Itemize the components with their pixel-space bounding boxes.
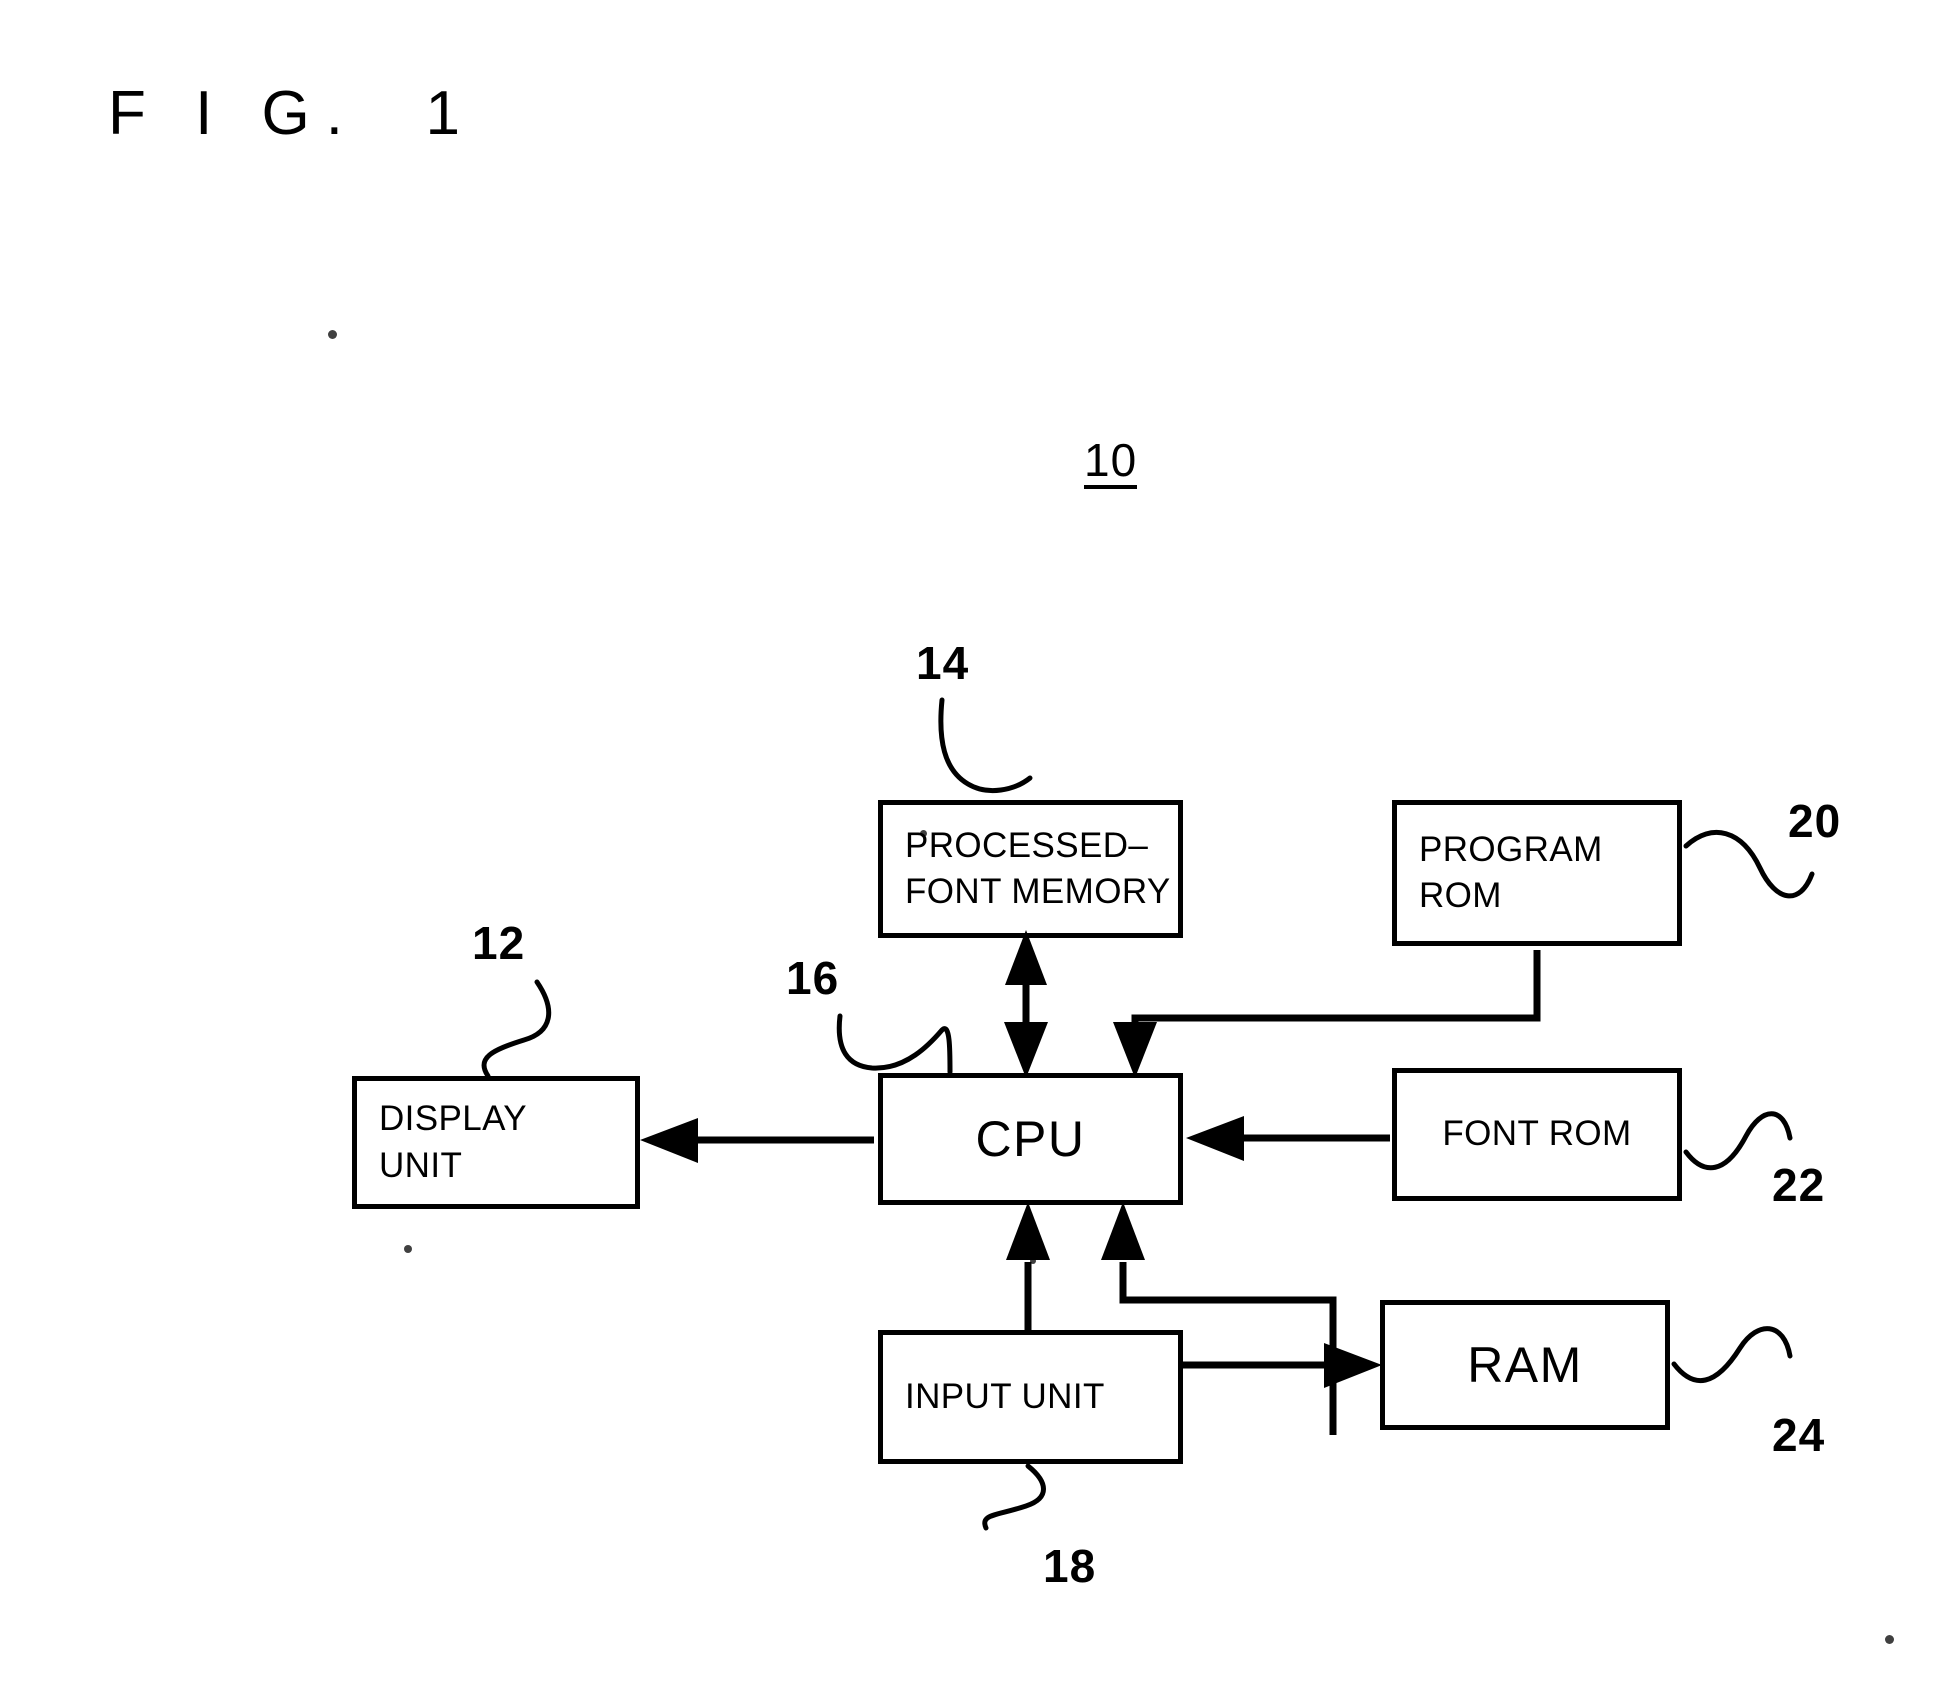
reference-numeral-20: 20 <box>1788 795 1842 847</box>
reference-numeral-12: 12 <box>472 917 526 969</box>
connector-cpu-processed-font-memory <box>1004 930 1048 1078</box>
figure-page: F I G. 1 10 PROCESSED– FONT MEMORY PROGR… <box>0 0 1941 1708</box>
block-display-unit-label: DISPLAY UNIT <box>379 1099 528 1185</box>
scan-speck <box>404 1245 412 1253</box>
block-display-unit[interactable]: DISPLAY UNIT <box>352 1076 640 1209</box>
connector-input-unit-cpu <box>1006 1202 1050 1330</box>
reference-numeral-16: 16 <box>786 952 840 1004</box>
reference-numeral-22: 22 <box>1772 1159 1826 1211</box>
block-font-rom[interactable]: FONT ROM <box>1392 1068 1682 1201</box>
scan-speck <box>328 330 337 339</box>
scan-speck <box>1885 1635 1894 1644</box>
connector-input-unit-ram <box>1183 1343 1382 1388</box>
block-ram-label: RAM <box>1467 1337 1583 1393</box>
leader-line-12 <box>481 979 552 1079</box>
connector-program-rom-cpu <box>1113 950 1541 1078</box>
block-cpu[interactable]: CPU <box>878 1073 1183 1205</box>
leader-line-24 <box>1671 1326 1793 1383</box>
system-reference-numeral: 10 <box>1084 437 1138 489</box>
block-processed-font-memory[interactable]: PROCESSED– FONT MEMORY <box>878 800 1183 938</box>
leader-line-16 <box>836 1013 953 1075</box>
block-ram[interactable]: RAM <box>1380 1300 1670 1430</box>
block-program-rom-label: PROGRAM ROM <box>1419 829 1603 915</box>
leader-line-14 <box>938 697 1033 793</box>
figure-title: F I G. 1 <box>108 79 476 148</box>
reference-numeral-14: 14 <box>916 637 970 689</box>
block-font-rom-label: FONT ROM <box>1442 1114 1632 1154</box>
reference-numeral-18: 18 <box>1043 1540 1097 1592</box>
block-program-rom[interactable]: PROGRAM ROM <box>1392 800 1682 946</box>
block-input-unit-label: INPUT UNIT <box>905 1376 1105 1416</box>
connector-font-rom-cpu <box>1186 1116 1390 1161</box>
reference-numeral-24: 24 <box>1772 1409 1826 1461</box>
scan-speck <box>920 830 927 837</box>
block-cpu-label: CPU <box>975 1111 1086 1167</box>
leader-line-18 <box>982 1463 1046 1531</box>
block-input-unit[interactable]: INPUT UNIT <box>878 1330 1183 1464</box>
scan-speck <box>1030 1258 1036 1264</box>
connector-cpu-display-unit <box>640 1118 874 1163</box>
block-processed-font-memory-label: PROCESSED– FONT MEMORY <box>905 825 1171 911</box>
